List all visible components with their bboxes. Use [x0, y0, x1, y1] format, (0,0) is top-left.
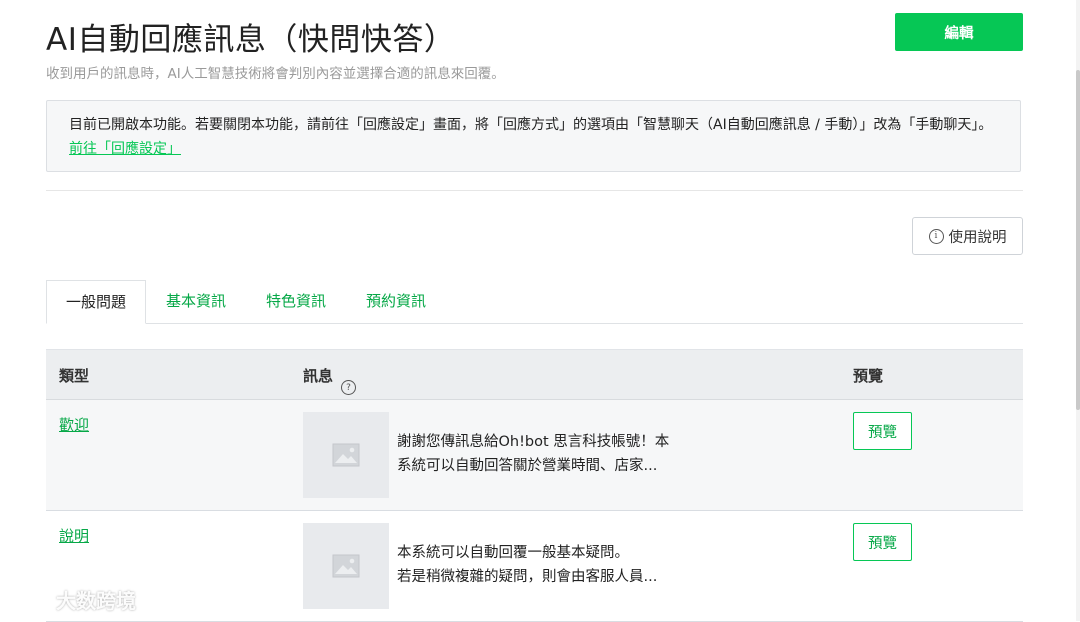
preview-button[interactable]: 預覽 — [853, 412, 912, 450]
message-line: 本系統可以自動回覆一般基本疑問。 — [397, 545, 629, 561]
tab-booking-info[interactable]: 預約資訊 — [346, 280, 446, 323]
tab-basic-info[interactable]: 基本資訊 — [146, 280, 246, 323]
message-line: 謝謝您傳訊息給Oh!bot 思言科技帳號！本 — [397, 434, 670, 450]
message-preview: 本系統可以自動回覆一般基本疑問。 若是稍微複雜的疑問，則會由客服人員... — [397, 541, 697, 589]
preview-button[interactable]: 預覽 — [853, 523, 912, 561]
edit-button[interactable]: 編輯 — [895, 13, 1023, 51]
image-placeholder — [303, 523, 389, 609]
divider — [46, 190, 1023, 191]
page-subtitle: 收到用戶的訊息時，AI人工智慧技術將會判別內容並選擇合適的訊息來回覆。 — [46, 66, 505, 82]
go-to-response-settings-link[interactable]: 前往「回應設定」 — [69, 141, 181, 157]
message-line: 系統可以自動回答關於營業時間、店家... — [397, 458, 658, 474]
column-header-message: 訊息? — [303, 365, 357, 395]
scrollbar-thumb[interactable] — [1076, 70, 1080, 410]
scrollbar[interactable] — [1076, 0, 1080, 621]
watermark: 大数跨境 — [8, 585, 136, 614]
message-line: 若是稍微複雜的疑問，則會由客服人員... — [397, 569, 658, 585]
column-header-preview: 預覽 — [853, 367, 884, 385]
image-icon — [332, 443, 360, 467]
table-row: 說明 本系統可以自動回覆一般基本疑問。 若是稍微複雜的疑問，則會由客服人員...… — [46, 511, 1023, 622]
tab-bar: 一般問題 基本資訊 特色資訊 預約資訊 — [46, 280, 1023, 324]
info-icon: i — [928, 228, 944, 244]
page-title: AI自動回應訊息（快問快答） — [46, 22, 456, 58]
help-button-label: 使用說明 — [948, 229, 1007, 246]
watermark-logo-icon — [10, 591, 50, 609]
table-row: 歡迎 謝謝您傳訊息給Oh!bot 思言科技帳號！本 系統可以自動回答關於營業時間… — [46, 400, 1023, 511]
watermark-text: 大数跨境 — [56, 589, 136, 613]
image-placeholder — [303, 412, 389, 498]
message-preview: 謝謝您傳訊息給Oh!bot 思言科技帳號！本 系統可以自動回答關於營業時間、店家… — [397, 430, 697, 478]
table-header: 類型 訊息? 預覽 — [46, 349, 1023, 400]
notice-box: 目前已開啟本功能。若要關閉本功能，請前往「回應設定」畫面，將「回應方式」的選項由… — [46, 100, 1021, 172]
column-header-message-label: 訊息 — [303, 367, 334, 385]
messages-table: 類型 訊息? 預覽 歡迎 謝謝您傳訊息給Oh!bot 思言科技帳號！本 系統可以… — [46, 349, 1023, 622]
row-type-link[interactable]: 歡迎 — [59, 414, 89, 435]
tab-features-info[interactable]: 特色資訊 — [246, 280, 346, 323]
help-button[interactable]: i 使用說明 — [912, 217, 1023, 255]
column-header-type: 類型 — [59, 367, 90, 385]
tab-general-questions[interactable]: 一般問題 — [46, 280, 146, 324]
image-icon — [332, 554, 360, 578]
notice-text: 目前已開啟本功能。若要關閉本功能，請前往「回應設定」畫面，將「回應方式」的選項由… — [69, 117, 993, 133]
row-type-link[interactable]: 說明 — [59, 525, 89, 546]
question-icon[interactable]: ? — [341, 380, 357, 395]
